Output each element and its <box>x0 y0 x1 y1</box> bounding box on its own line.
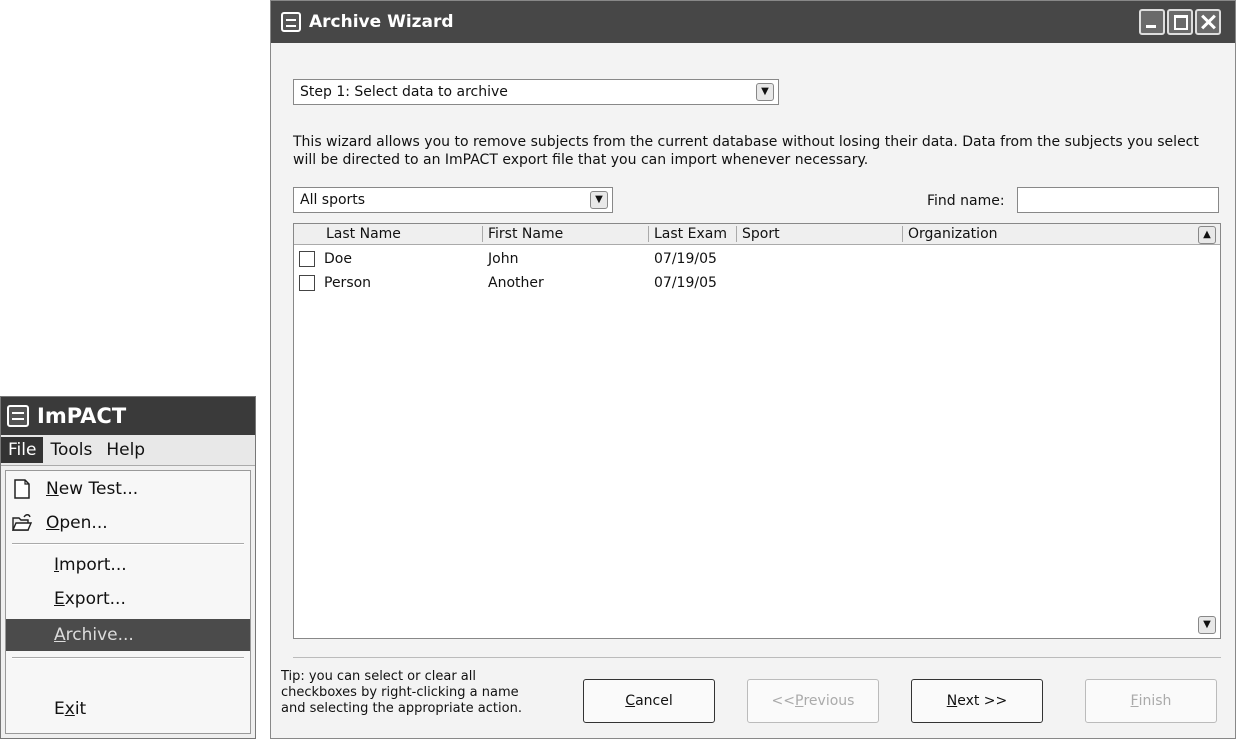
row-checkbox[interactable] <box>299 275 315 291</box>
chevron-down-icon[interactable]: ▼ <box>756 83 774 101</box>
menu-separator <box>12 543 244 545</box>
column-divider <box>736 226 737 242</box>
cancel-button[interactable]: Cancel <box>583 679 715 723</box>
scroll-down-icon[interactable]: ▼ <box>1198 616 1216 634</box>
menu-file[interactable]: File <box>1 437 44 463</box>
scroll-up-icon[interactable]: ▲ <box>1198 226 1216 244</box>
impact-menubar: File Tools Help <box>1 435 255 466</box>
new-document-icon <box>14 479 30 499</box>
row-checkbox[interactable] <box>299 251 315 267</box>
column-organization[interactable]: Organization <box>908 226 998 242</box>
impact-titlebar: ImPACT <box>1 397 255 435</box>
column-divider <box>648 226 649 242</box>
cell-first-name: John <box>488 251 519 267</box>
menu-item-exit[interactable]: Ex it <box>6 693 250 725</box>
cell-last-exam: 07/19/05 <box>654 251 717 267</box>
column-divider <box>902 226 903 242</box>
menu-help[interactable]: Help <box>99 437 152 463</box>
next-button[interactable]: Next >> <box>911 679 1043 723</box>
previous-button[interactable]: << Previous <box>747 679 879 723</box>
sport-filter-dropdown[interactable]: All sports ▼ <box>293 187 613 213</box>
column-last-exam[interactable]: Last Exam <box>654 226 727 242</box>
wizard-title: Archive Wizard <box>309 12 454 32</box>
impact-app-icon <box>7 405 29 427</box>
cell-first-name: Another <box>488 275 544 291</box>
cell-last-exam: 07/19/05 <box>654 275 717 291</box>
step-select-dropdown[interactable]: Step 1: Select data to archive ▼ <box>293 79 779 105</box>
find-name-input[interactable] <box>1017 187 1219 213</box>
subject-list: Last Name First Name Last Exam Sport Org… <box>293 223 1221 639</box>
chevron-down-icon[interactable]: ▼ <box>590 191 608 209</box>
impact-main-window: ImPACT File Tools Help New Test... Open.… <box>0 396 256 739</box>
footer-divider <box>293 657 1221 658</box>
tip-text: Tip: you can select or clear all checkbo… <box>281 669 522 716</box>
wizard-titlebar: Archive Wizard <box>271 1 1235 43</box>
archive-wizard-window: Archive Wizard Step 1: Select data to ar… <box>270 0 1236 739</box>
cell-last-name: Person <box>324 275 372 291</box>
column-last-name[interactable]: Last Name <box>326 226 401 242</box>
file-menu-dropdown: New Test... Open... Import... Export... … <box>5 470 251 734</box>
column-first-name[interactable]: First Name <box>488 226 563 242</box>
sport-filter-value: All sports <box>300 192 366 208</box>
impact-title: ImPACT <box>37 404 127 428</box>
find-name-label: Find name: <box>927 193 1005 209</box>
cell-last-name: Doe <box>324 251 352 267</box>
list-header: Last Name First Name Last Exam Sport Org… <box>294 224 1220 245</box>
menu-item-open[interactable]: Open... <box>6 507 250 539</box>
menu-item-new-test[interactable]: New Test... <box>6 473 250 505</box>
wizard-app-icon <box>281 12 301 32</box>
list-item[interactable]: Person Another 07/19/05 <box>294 272 1220 294</box>
list-item[interactable]: Doe John 07/19/05 <box>294 248 1220 270</box>
menu-item-archive[interactable]: Archive... <box>6 619 250 651</box>
column-sport[interactable]: Sport <box>742 226 780 242</box>
menu-separator <box>12 657 244 659</box>
column-divider <box>482 226 483 242</box>
open-folder-icon <box>12 514 32 531</box>
maximize-icon[interactable] <box>1167 9 1193 35</box>
menu-item-export[interactable]: Export... <box>6 583 250 615</box>
menu-tools[interactable]: Tools <box>43 437 99 463</box>
step-select-value: Step 1: Select data to archive <box>300 84 508 100</box>
close-icon[interactable] <box>1195 9 1221 35</box>
wizard-description: This wizard allows you to remove subject… <box>293 134 1199 168</box>
minimize-icon[interactable] <box>1139 9 1165 35</box>
menu-item-import[interactable]: Import... <box>6 549 250 581</box>
finish-button[interactable]: Finish <box>1085 679 1217 723</box>
